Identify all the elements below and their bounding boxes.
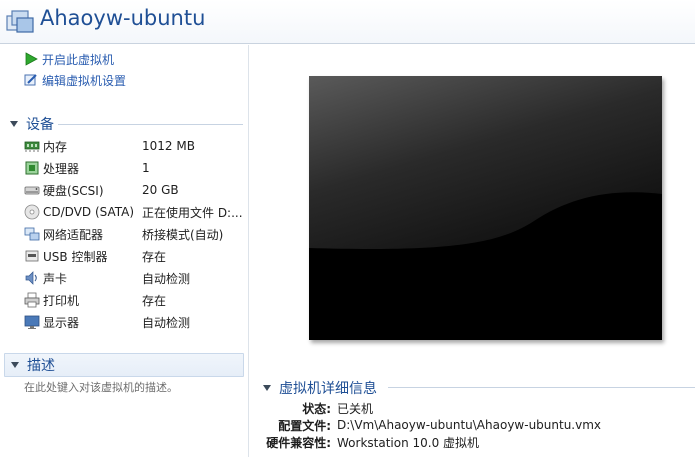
header: Ahaoyw-ubuntu bbox=[0, 0, 695, 44]
device-value: 20 GB bbox=[142, 183, 179, 197]
device-row-network-adapter[interactable]: 网络适配器 桥接模式(自动) bbox=[24, 224, 246, 244]
play-icon bbox=[25, 52, 38, 66]
device-name: 打印机 bbox=[43, 293, 80, 308]
detail-key: 状态: bbox=[302, 401, 331, 416]
device-row-printer[interactable]: 打印机 存在 bbox=[24, 290, 246, 310]
edit-vm-settings-action[interactable]: 编辑虚拟机设置 bbox=[24, 72, 126, 88]
device-row-sound-card[interactable]: 声卡 自动检测 bbox=[24, 268, 246, 288]
device-name: USB 控制器 bbox=[43, 249, 108, 264]
device-row-display[interactable]: 显示器 自动检测 bbox=[24, 312, 246, 332]
left-panel: 开启此虚拟机 编辑虚拟机设置 设备 内存 1012 MB 处理器 1 硬盘(SC… bbox=[0, 45, 249, 457]
description-section-title: 描述 bbox=[27, 358, 55, 374]
sound-card-icon bbox=[25, 271, 37, 285]
collapse-triangle-icon bbox=[11, 362, 19, 368]
detail-row-hardware-compat: 硬件兼容性: Workstation 10.0 虚拟机 bbox=[259, 433, 479, 451]
device-value: 1 bbox=[142, 161, 150, 175]
device-name: CD/DVD (SATA) bbox=[43, 205, 135, 219]
device-row-processor[interactable]: 处理器 1 bbox=[24, 158, 246, 178]
device-value: 自动检测 bbox=[142, 315, 191, 330]
device-value: 自动检测 bbox=[142, 271, 191, 286]
device-row-cd-dvd[interactable]: CD/DVD (SATA) 正在使用文件 D:... bbox=[24, 202, 246, 222]
power-on-vm-label: 开启此虚拟机 bbox=[42, 52, 115, 67]
detail-value: 已关机 bbox=[337, 401, 374, 416]
device-row-hard-disk[interactable]: 硬盘(SCSI) 20 GB bbox=[24, 180, 246, 200]
detail-key: 配置文件: bbox=[278, 418, 331, 433]
description-section-header[interactable]: 描述 bbox=[4, 353, 244, 377]
device-value: 正在使用文件 D:... bbox=[142, 205, 243, 220]
screen-gloss bbox=[309, 76, 662, 340]
device-value: 存在 bbox=[142, 293, 167, 308]
power-on-vm-action[interactable]: 开启此虚拟机 bbox=[24, 51, 114, 67]
vm-title: Ahaoyw-ubuntu bbox=[40, 6, 206, 30]
device-row-usb-controller[interactable]: USB 控制器 存在 bbox=[24, 246, 246, 266]
hard-disk-icon bbox=[24, 186, 40, 195]
detail-key: 硬件兼容性: bbox=[266, 435, 331, 450]
detail-value: Workstation 10.0 虚拟机 bbox=[337, 435, 480, 450]
vm-details-section-header[interactable]: 虚拟机详细信息 bbox=[259, 378, 377, 398]
edit-settings-icon bbox=[24, 74, 37, 86]
devices-divider bbox=[58, 124, 243, 125]
vm-details-divider bbox=[388, 387, 695, 388]
detail-row-state: 状态: 已关机 bbox=[259, 399, 373, 417]
device-value: 存在 bbox=[142, 249, 167, 264]
vm-screen-thumbnail[interactable] bbox=[309, 76, 662, 340]
processor-icon bbox=[25, 161, 39, 175]
device-name: 硬盘(SCSI) bbox=[43, 183, 104, 198]
device-name: 显示器 bbox=[43, 315, 80, 330]
edit-vm-settings-label: 编辑虚拟机设置 bbox=[42, 73, 127, 88]
collapse-triangle-icon bbox=[263, 385, 271, 391]
vm-details-section-title: 虚拟机详细信息 bbox=[279, 381, 377, 397]
usb-controller-icon bbox=[25, 250, 39, 262]
cd-dvd-icon bbox=[24, 204, 40, 220]
collapse-triangle-icon bbox=[10, 121, 18, 127]
device-name: 网络适配器 bbox=[43, 227, 104, 242]
device-value: 桥接模式(自动) bbox=[142, 227, 224, 242]
memory-icon bbox=[24, 141, 40, 152]
devices-section-title: 设备 bbox=[26, 117, 54, 133]
detail-value: D:\Vm\Ahaoyw-ubuntu\Ahaoyw-ubuntu.vmx bbox=[337, 418, 602, 432]
device-name: 处理器 bbox=[43, 161, 80, 176]
device-row-memory[interactable]: 内存 1012 MB bbox=[24, 136, 246, 156]
detail-row-config-file: 配置文件: D:\Vm\Ahaoyw-ubuntu\Ahaoyw-ubuntu.… bbox=[259, 416, 601, 434]
display-icon bbox=[24, 315, 40, 329]
printer-icon bbox=[24, 292, 40, 308]
network-adapter-icon bbox=[24, 227, 40, 241]
description-placeholder[interactable]: 在此处键入对该虚拟机的描述。 bbox=[24, 379, 178, 395]
device-value: 1012 MB bbox=[142, 139, 195, 153]
device-name: 内存 bbox=[43, 139, 68, 154]
device-name: 声卡 bbox=[43, 271, 68, 286]
vm-logo-icon bbox=[6, 10, 34, 33]
